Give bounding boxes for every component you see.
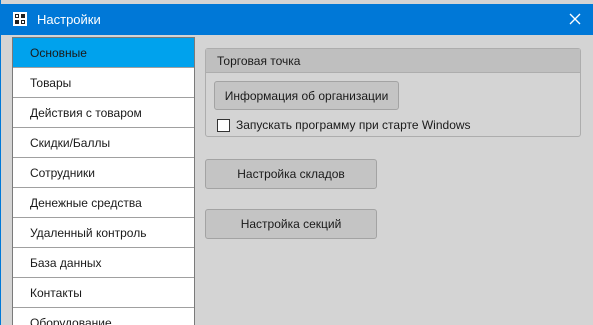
store-group-title: Торговая точка (206, 49, 580, 73)
store-groupbox: Торговая точка Информация об организации… (205, 48, 581, 137)
warehouse-settings-button[interactable]: Настройка складов (205, 159, 377, 189)
startup-checkbox[interactable] (217, 118, 230, 132)
organization-info-button[interactable]: Информация об организации (214, 81, 399, 110)
settings-sidebar: Основные Товары Действия с товаром Скидк… (12, 37, 195, 325)
sidebar-item-product-actions[interactable]: Действия с товаром (13, 98, 194, 128)
sidebar-item-contacts[interactable]: Контакты (13, 278, 194, 308)
settings-window: Настройки Основные Товары Действия с тов… (0, 0, 593, 325)
sidebar-item-remote-control[interactable]: Удаленный контроль (13, 218, 194, 248)
sidebar-item-database[interactable]: База данных (13, 248, 194, 278)
sidebar-item-discounts[interactable]: Скидки/Баллы (13, 128, 194, 158)
window-title: Настройки (37, 12, 101, 27)
sidebar-item-cash[interactable]: Денежные средства (13, 188, 194, 218)
close-button[interactable] (562, 7, 588, 31)
sidebar-item-general[interactable]: Основные (13, 38, 194, 68)
sidebar-item-equipment[interactable]: Оборудование (13, 308, 194, 325)
close-icon (569, 13, 581, 25)
app-grid-icon (13, 12, 27, 26)
sidebar-item-employees[interactable]: Сотрудники (13, 158, 194, 188)
title-bar[interactable]: Настройки (1, 4, 593, 35)
section-settings-button[interactable]: Настройка секций (205, 209, 377, 239)
sidebar-item-products[interactable]: Товары (13, 68, 194, 98)
startup-option: Запускать программу при старте Windows (217, 117, 471, 133)
startup-checkbox-label[interactable]: Запускать программу при старте Windows (236, 118, 471, 132)
